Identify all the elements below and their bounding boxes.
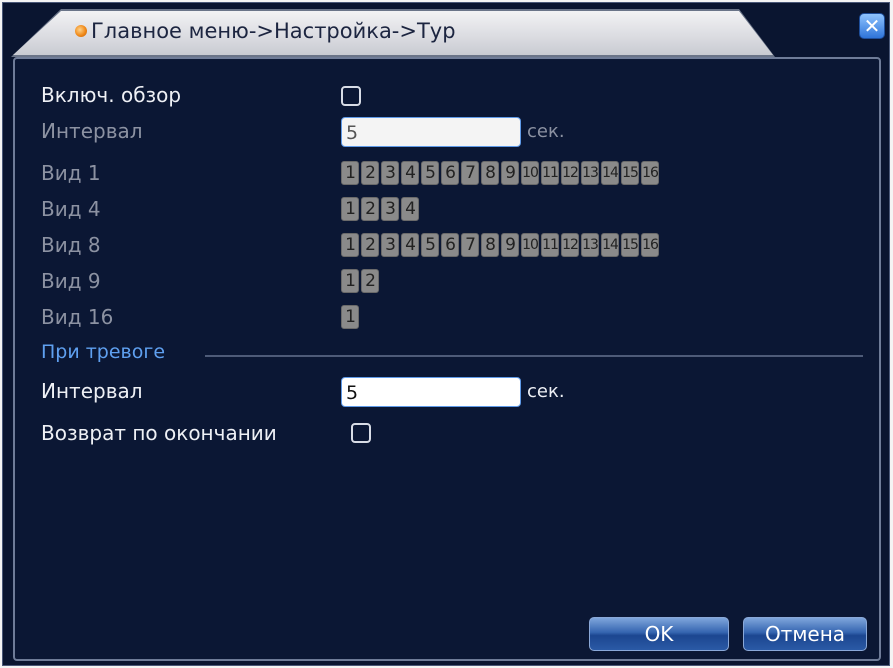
channel-chip[interactable]: 15 xyxy=(621,233,639,257)
channel-chip[interactable]: 10 xyxy=(521,161,539,185)
view-1-channels: 1 2 3 4 5 6 7 8 9 10 11 12 13 14 15 16 xyxy=(341,161,659,185)
close-icon: ✕ xyxy=(863,14,881,38)
channel-chip[interactable]: 14 xyxy=(601,161,619,185)
channel-chip[interactable]: 4 xyxy=(401,197,419,221)
channel-chip[interactable]: 10 xyxy=(521,233,539,257)
alarm-interval-unit: сек. xyxy=(527,381,565,402)
channel-chip[interactable]: 6 xyxy=(441,161,459,185)
channel-chip[interactable]: 16 xyxy=(641,233,659,257)
channel-chip[interactable]: 3 xyxy=(381,233,399,257)
view-1-label: Вид 1 xyxy=(41,161,101,185)
channel-chip[interactable]: 7 xyxy=(461,233,479,257)
channel-chip[interactable]: 2 xyxy=(361,161,379,185)
alarm-interval-label: Интервал xyxy=(41,379,143,403)
return-after-checkbox[interactable] xyxy=(351,423,371,443)
tour-interval-unit: сек. xyxy=(527,121,565,142)
channel-chip[interactable]: 9 xyxy=(501,233,519,257)
channel-chip[interactable]: 1 xyxy=(341,197,359,221)
window-title: Главное меню->Настройка->Тур xyxy=(91,19,456,43)
tour-settings-window: Главное меню->Настройка->Тур ✕ Включ. об… xyxy=(2,2,890,666)
channel-chip[interactable]: 5 xyxy=(421,161,439,185)
channel-chip[interactable]: 13 xyxy=(581,161,599,185)
cancel-button[interactable]: Отмена xyxy=(743,617,867,651)
channel-chip[interactable]: 6 xyxy=(441,233,459,257)
channel-chip[interactable]: 1 xyxy=(341,161,359,185)
channel-chip[interactable]: 4 xyxy=(401,233,419,257)
channel-chip[interactable]: 3 xyxy=(381,197,399,221)
channel-chip[interactable]: 1 xyxy=(341,305,359,329)
channel-chip[interactable]: 16 xyxy=(641,161,659,185)
channel-chip[interactable]: 14 xyxy=(601,233,619,257)
view-8-channels: 1 2 3 4 5 6 7 8 9 10 11 12 13 14 15 16 xyxy=(341,233,659,257)
view-9-channels: 12 xyxy=(341,269,379,293)
view-4-label: Вид 4 xyxy=(41,197,101,221)
channel-chip[interactable]: 8 xyxy=(481,233,499,257)
channel-chip[interactable]: 1 xyxy=(341,233,359,257)
channel-chip[interactable]: 3 xyxy=(381,161,399,185)
view-8-label: Вид 8 xyxy=(41,233,101,257)
channel-chip[interactable]: 2 xyxy=(361,197,379,221)
close-button[interactable]: ✕ xyxy=(859,13,885,39)
channel-chip[interactable]: 4 xyxy=(401,161,419,185)
channel-chip[interactable]: 9 xyxy=(501,161,519,185)
tour-interval-label: Интервал xyxy=(41,119,143,143)
view-16-channels: 1 xyxy=(341,305,359,329)
channel-chip[interactable]: 12 xyxy=(561,161,579,185)
channel-chip[interactable]: 2 xyxy=(361,269,379,293)
channel-chip[interactable]: 1 xyxy=(341,269,359,293)
view-16-label: Вид 16 xyxy=(41,305,114,329)
channel-chip[interactable]: 2 xyxy=(361,233,379,257)
tour-interval-input[interactable] xyxy=(341,117,521,147)
channel-chip[interactable]: 15 xyxy=(621,161,639,185)
channel-chip[interactable]: 13 xyxy=(581,233,599,257)
channel-chip[interactable]: 12 xyxy=(561,233,579,257)
view-4-channels: 1234 xyxy=(341,197,419,221)
return-after-label: Возврат по окончании xyxy=(41,421,277,445)
channel-chip[interactable]: 11 xyxy=(541,161,559,185)
settings-panel: Включ. обзор Интервал сек. Вид 1 1234567… xyxy=(13,57,881,661)
alarm-interval-input[interactable] xyxy=(341,377,521,407)
channel-chip[interactable]: 11 xyxy=(541,233,559,257)
channel-chip[interactable]: 5 xyxy=(421,233,439,257)
menu-dot-icon xyxy=(75,25,87,37)
channel-chip[interactable]: 7 xyxy=(461,161,479,185)
view-9-label: Вид 9 xyxy=(41,269,101,293)
enable-tour-checkbox[interactable] xyxy=(341,86,361,106)
enable-tour-label: Включ. обзор xyxy=(41,83,182,107)
alarm-section-label: При тревоге xyxy=(41,341,166,363)
channel-chip[interactable]: 8 xyxy=(481,161,499,185)
alarm-section-divider xyxy=(205,355,863,357)
ok-button[interactable]: OK xyxy=(589,617,729,651)
